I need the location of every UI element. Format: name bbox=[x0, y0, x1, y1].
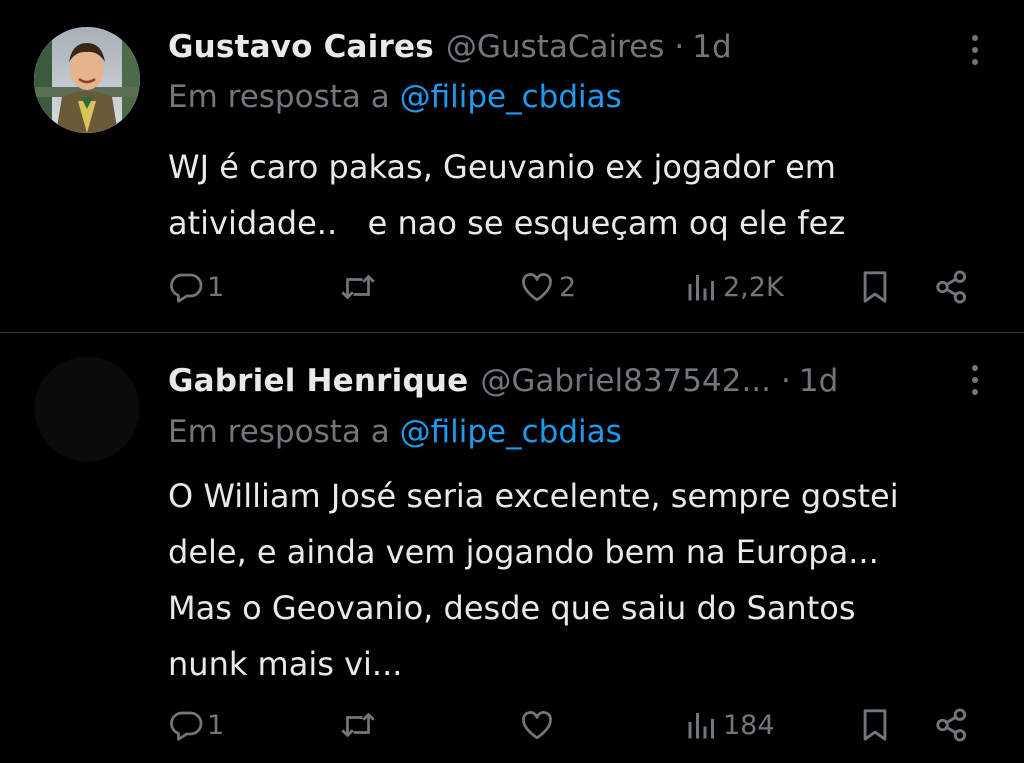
action-bar: 1 184 bbox=[168, 700, 988, 750]
tweet-text-line: WJ é caro pakas, Geuvanio ex jogador em bbox=[168, 148, 836, 186]
heart-icon bbox=[522, 711, 552, 740]
bookmark-icon bbox=[863, 709, 887, 741]
separator-dot: · bbox=[674, 29, 685, 65]
reply-prefix: Em resposta a bbox=[168, 414, 390, 450]
tweet-text: O William José seria excelente, sempre g… bbox=[168, 468, 998, 692]
like-button[interactable]: 2 bbox=[518, 262, 576, 312]
more-icon[interactable] bbox=[970, 364, 980, 396]
tweet-text-line: Mas o Geovanio, desde que saiu do Santos bbox=[168, 589, 856, 627]
tweet-text-line: dele, e ainda vem jogando bem na Europa.… bbox=[168, 533, 879, 571]
heart-icon bbox=[522, 273, 552, 302]
author-name[interactable]: Gustavo Caires bbox=[168, 29, 434, 65]
avatar[interactable] bbox=[34, 356, 140, 462]
timestamp[interactable]: 1d bbox=[799, 363, 838, 399]
separator-dot: · bbox=[781, 363, 791, 399]
views-icon bbox=[688, 713, 714, 739]
reply-context: Em resposta a @filipe_cbdias bbox=[168, 79, 622, 115]
reply-icon bbox=[170, 273, 203, 303]
share-button[interactable] bbox=[933, 700, 971, 750]
tweet[interactable]: Gabriel Henrique @Gabriel837542... · 1d … bbox=[0, 334, 1024, 763]
retweet-button[interactable] bbox=[338, 262, 381, 312]
share-icon bbox=[936, 708, 967, 742]
retweet-icon bbox=[341, 712, 375, 738]
action-bar: 1 2 2,2K bbox=[168, 262, 988, 312]
reply-mention-link[interactable]: @filipe_cbdias bbox=[400, 414, 622, 450]
views-button[interactable]: 2,2K bbox=[684, 262, 784, 312]
share-button[interactable] bbox=[933, 262, 971, 312]
reply-count: 1 bbox=[207, 709, 225, 741]
more-icon[interactable] bbox=[970, 34, 980, 66]
bookmark-button[interactable] bbox=[858, 700, 892, 750]
author-name[interactable]: Gabriel Henrique bbox=[168, 363, 468, 399]
bookmark-icon bbox=[863, 271, 887, 303]
tweet-text: WJ é caro pakas, Geuvanio ex jogador em … bbox=[168, 139, 998, 251]
author-handle[interactable]: @GustaCaires bbox=[446, 29, 665, 65]
tweet-text-line: O William José seria excelente, sempre g… bbox=[168, 477, 899, 515]
tweet-text-line: atividade.. e nao se esqueçam oq ele fez bbox=[168, 204, 846, 242]
tweet-text-line: nunk mais vi... bbox=[168, 645, 403, 683]
like-button[interactable] bbox=[518, 700, 559, 750]
reply-icon bbox=[170, 711, 203, 741]
reply-count: 1 bbox=[207, 271, 225, 303]
reply-context: Em resposta a @filipe_cbdias bbox=[168, 414, 622, 450]
share-icon bbox=[936, 270, 967, 304]
timestamp[interactable]: 1d bbox=[692, 29, 731, 65]
reply-mention-link[interactable]: @filipe_cbdias bbox=[400, 79, 622, 115]
views-count: 2,2K bbox=[723, 271, 784, 303]
author-handle[interactable]: @Gabriel837542... bbox=[480, 363, 771, 399]
views-count: 184 bbox=[723, 709, 775, 741]
bookmark-button[interactable] bbox=[858, 262, 892, 312]
views-button[interactable]: 184 bbox=[684, 700, 775, 750]
avatar[interactable] bbox=[34, 27, 140, 133]
tweet-header: Gabriel Henrique @Gabriel837542... · 1d bbox=[168, 356, 983, 406]
reply-prefix: Em resposta a bbox=[168, 79, 390, 115]
tweet[interactable]: Gustavo Caires @GustaCaires · 1d Em resp… bbox=[0, 0, 1024, 333]
views-icon bbox=[688, 275, 714, 301]
reply-button[interactable]: 1 bbox=[168, 700, 224, 750]
retweet-icon bbox=[341, 274, 375, 300]
reply-button[interactable]: 1 bbox=[168, 262, 224, 312]
retweet-button[interactable] bbox=[338, 700, 381, 750]
like-count: 2 bbox=[559, 271, 577, 303]
tweet-header: Gustavo Caires @GustaCaires · 1d bbox=[168, 22, 983, 72]
